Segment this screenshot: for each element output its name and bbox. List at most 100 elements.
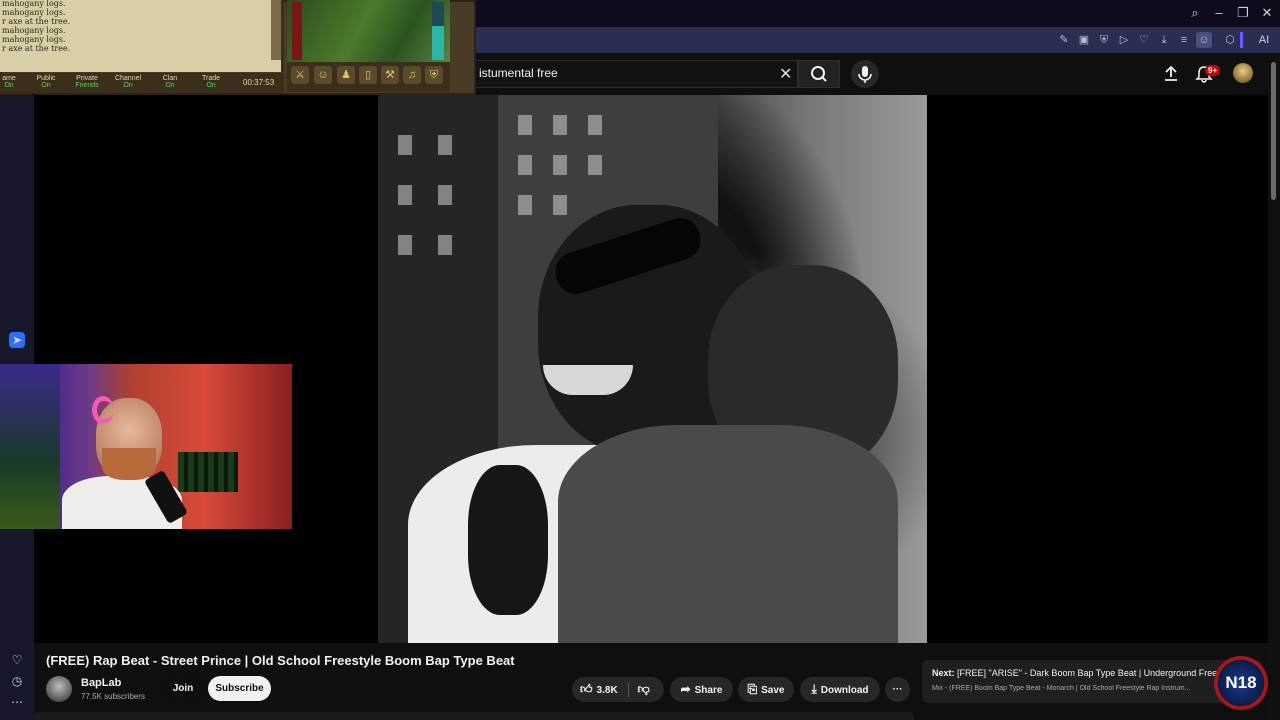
account-avatar[interactable] — [1233, 63, 1253, 83]
subscribe-button[interactable]: Subscribe — [208, 676, 271, 701]
up-next-card[interactable] — [922, 660, 1262, 703]
upload-icon[interactable] — [1162, 65, 1180, 88]
shield-tab-icon[interactable]: ⛨ — [425, 66, 443, 84]
save-icon: ⎘ — [747, 682, 758, 696]
search-button[interactable] — [798, 60, 840, 88]
chat-tab-status: On — [4, 82, 14, 89]
accent-divider — [1240, 32, 1243, 48]
share-icon: ➦ — [680, 682, 691, 696]
download-tray-icon[interactable]: ⤓ — [1156, 32, 1172, 48]
chat-tab-status: On — [123, 82, 133, 89]
emote-icon[interactable]: ☺ — [314, 66, 332, 84]
bottles — [178, 452, 238, 492]
chat-tab-clan[interactable]: Clan On — [155, 75, 185, 89]
chat-line: r axe at the tree. — [2, 17, 71, 26]
scrollbar-thumb[interactable] — [1271, 62, 1276, 200]
like-dislike-group: 👍︎ 3.8K 👎︎ — [572, 677, 664, 702]
dislike-icon[interactable]: 👎︎ — [637, 682, 649, 696]
chat-tab-status: Friends — [75, 82, 99, 89]
voice-search-button[interactable] — [851, 60, 879, 88]
save-label: Save — [761, 685, 785, 696]
like-count[interactable]: 3.8K — [597, 685, 618, 696]
chat-tab-status: On — [206, 82, 216, 89]
n18-logo-text: N18 — [1225, 673, 1257, 692]
minimize-icon[interactable]: – — [1210, 4, 1228, 22]
search-icon[interactable]: ⌕ — [1186, 4, 1204, 22]
ai-label: AI — [1258, 34, 1270, 46]
share-button[interactable]: ➦ Share — [670, 677, 733, 702]
heart-icon[interactable]: ♡ — [9, 652, 25, 668]
wrench-icon[interactable]: ⚒ — [381, 66, 399, 84]
like-icon[interactable]: 👍︎ — [580, 682, 593, 696]
chat-line: r axe at the tree. — [2, 44, 71, 53]
n18-logo: N18 — [1214, 656, 1268, 710]
game-timer: 00:37:53 — [243, 78, 275, 87]
video-title: (FREE) Rap Beat - Street Prince | Old Sc… — [46, 653, 515, 668]
chat-tab-public[interactable]: Public On — [31, 75, 61, 89]
chat-tab-label: Clan — [162, 75, 178, 82]
clock-icon[interactable]: ◷ — [9, 673, 25, 689]
edit-icon[interactable]: ✎ — [1056, 32, 1072, 48]
ai-button[interactable]: AI — [1252, 32, 1276, 48]
chat-tab-trade[interactable]: Trade On — [196, 75, 226, 89]
subscribe-label: Subscribe — [215, 683, 264, 694]
up-next-title[interactable]: Next: [FREE] "ARISE" - Dark Boom Bap Typ… — [932, 668, 1232, 678]
chat-tab-label: Private — [76, 75, 98, 82]
music-icon[interactable]: ♫ — [403, 66, 421, 84]
join-label: Join — [172, 683, 194, 694]
chat-tab-channel[interactable]: Channel On — [113, 75, 143, 89]
play-icon[interactable]: ▷ — [1116, 32, 1132, 48]
messenger-icon[interactable]: ➤ — [9, 332, 25, 348]
chat-line: mahogany logs. — [2, 8, 66, 17]
player-icon[interactable]: ♟ — [337, 66, 355, 84]
mic-icon — [858, 66, 872, 83]
health-orb — [292, 2, 302, 60]
shield-icon[interactable]: ⛨ — [1096, 32, 1112, 48]
more-icon[interactable]: ⋯ — [9, 694, 25, 710]
door-icon[interactable]: ▯ — [359, 66, 377, 84]
chat-tab-status: On — [41, 82, 51, 89]
chat-line: mahogany logs. — [2, 26, 66, 35]
chat-line: mahogany logs. — [2, 0, 66, 8]
profile-icon[interactable]: ☺ — [1196, 32, 1212, 48]
video-frame[interactable] — [378, 95, 927, 643]
combat-icon[interactable]: ⚔ — [291, 66, 309, 84]
camera-icon[interactable]: ▣ — [1076, 32, 1092, 48]
up-next-prefix: Next: — [932, 668, 955, 678]
close-icon[interactable]: ✕ — [1258, 4, 1276, 22]
join-button[interactable]: Join — [164, 676, 202, 701]
webcam-feed — [0, 364, 292, 529]
prayer-fill — [432, 26, 444, 60]
up-next-subtitle: Mix - (FREE) Boom Bap Type Beat - Monarc… — [932, 685, 1191, 692]
download-button[interactable]: ⤓ Download — [800, 677, 880, 702]
clear-search-icon[interactable]: ✕ — [779, 64, 792, 84]
headphones — [92, 396, 114, 424]
like-divider — [628, 683, 630, 698]
game-minimap[interactable] — [287, 0, 450, 62]
channel-name[interactable]: BapLab — [81, 677, 121, 689]
search-value: istumental free — [479, 66, 558, 80]
channel-avatar[interactable] — [46, 676, 72, 702]
chat-tab-game[interactable]: ame On — [0, 75, 24, 89]
more-actions-button[interactable]: ··· — [885, 677, 910, 702]
share-label: Share — [694, 685, 723, 696]
save-button[interactable]: ⎘ Save — [738, 677, 794, 702]
download-icon: ⤓ — [811, 682, 817, 696]
wall-art — [0, 364, 60, 529]
chat-line: mahogany logs. — [2, 35, 66, 44]
cube-icon[interactable]: ⬡ — [1222, 32, 1238, 48]
chat-tab-label: Public — [36, 75, 56, 82]
heart-outline-icon[interactable]: ♡ — [1136, 32, 1152, 48]
chat-tab-private[interactable]: Private Friends — [72, 75, 102, 89]
restore-icon[interactable]: ❐ — [1234, 4, 1252, 22]
subscriber-count: 77.5K subscribers — [81, 692, 146, 701]
download-label: Download — [820, 685, 869, 696]
streamer-beard — [102, 448, 156, 480]
chat-tab-label: Channel — [114, 75, 142, 82]
menu-icon[interactable]: ≡ — [1176, 32, 1192, 48]
chat-tab-status: On — [165, 82, 175, 89]
search-icon — [811, 66, 827, 82]
chat-tab-label: ame — [2, 75, 16, 82]
more-label: ··· — [892, 684, 903, 695]
chat-scrollbar[interactable] — [271, 0, 281, 60]
